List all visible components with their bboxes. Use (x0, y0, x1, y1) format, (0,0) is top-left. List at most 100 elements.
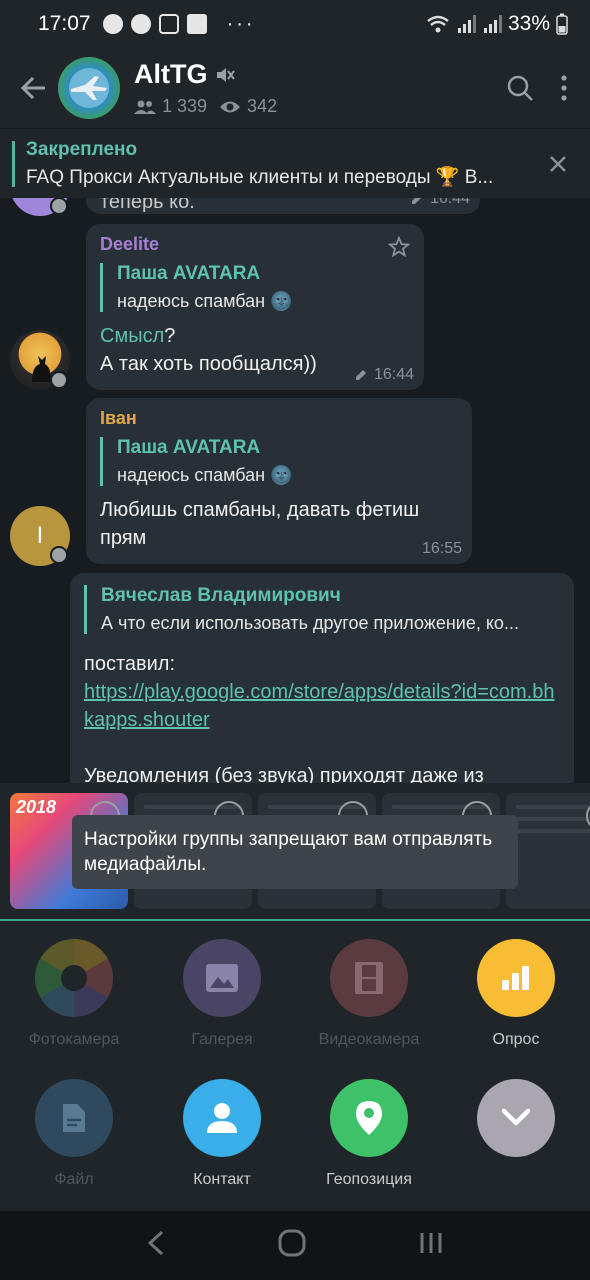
reply-author: Паша AVATARA (117, 263, 261, 284)
chat-header: AltTG 1 339 342 (0, 48, 590, 128)
chevron-left-icon (147, 1230, 163, 1256)
person-icon (207, 1103, 237, 1133)
arrow-left-icon (20, 76, 45, 100)
camera-icon (186, 14, 207, 34)
attach-contact-label: Контакт (193, 1171, 251, 1188)
message-text-line: Уведомления (без звука) приходят даже из (84, 765, 484, 783)
reply-text: надеюсь спамбан 🌚 (117, 465, 293, 485)
avatar-initial: I (36, 522, 44, 549)
nav-back-button[interactable] (147, 1230, 165, 1261)
message-text-line: А так хоть пообщался)) (100, 353, 317, 375)
battery-icon (556, 13, 568, 35)
wifi-icon (427, 15, 449, 33)
reply-author: Паша AVATARA (117, 437, 261, 458)
back-button[interactable] (14, 68, 54, 108)
message-sender[interactable]: Іван (100, 408, 458, 429)
weather-icon (158, 14, 179, 34)
attach-location[interactable]: Геопозиция (295, 1079, 443, 1189)
attach-sheet: 2018 Настройки группы запрещают вам отпр… (0, 783, 590, 1211)
poll-chart-icon (502, 966, 529, 990)
attach-file-label: Файл (54, 1171, 94, 1188)
attach-video-label: Видеокамера (318, 1031, 420, 1048)
status-dot (50, 546, 68, 564)
reply-author: Вячеслав Владимирович (101, 585, 341, 606)
more-menu-button[interactable] (542, 66, 586, 110)
message-text: поставил: https://play.google.com/store/… (84, 650, 560, 783)
message-text: Любишь спамбаны, давать фетиш прям (100, 499, 420, 549)
pinned-accent-bar (12, 141, 15, 187)
attach-file[interactable]: Файл (0, 1079, 148, 1189)
chat-history[interactable]: теперь ко. 16:44 Deelite Паша AVATARA на… (0, 198, 590, 783)
status-dot (50, 198, 68, 215)
attach-contact[interactable]: Контакт (148, 1079, 296, 1189)
thumbnail-badge: 2018 (16, 797, 57, 817)
image-icon (206, 964, 238, 992)
chevron-down-icon (501, 1108, 531, 1126)
battery-percent: 33% (507, 12, 550, 35)
reply-text: надеюсь спамбан 🌚 (117, 291, 293, 311)
message-text-line: поставил: (84, 653, 176, 675)
chat-title: AltTG (134, 59, 208, 89)
message-bubble[interactable]: Deelite Паша AVATARA надеюсь спамбан 🌚 С… (86, 224, 424, 390)
attach-camera-label: Фотокамера (28, 1031, 120, 1048)
message-time: 16:44 (429, 198, 470, 207)
file-icon (63, 1104, 85, 1132)
message-time: 16:44 (373, 366, 414, 383)
nav-recents-button[interactable] (419, 1231, 443, 1260)
jet-icon (71, 76, 107, 100)
attach-video[interactable]: Видеокамера (295, 939, 443, 1049)
attach-poll-label: Опрос (492, 1031, 540, 1048)
close-pinned-button[interactable] (538, 144, 578, 184)
star-icon[interactable] (388, 236, 410, 258)
message-link[interactable]: Смысл (100, 325, 164, 347)
reply-text: А что если использовать другое приложени… (101, 613, 519, 633)
collapse-sheet-button[interactable] (442, 1079, 590, 1171)
search-icon (507, 75, 533, 101)
attach-location-label: Геопозиция (326, 1171, 412, 1188)
recents-icon (420, 1233, 442, 1253)
notification-icons (102, 14, 207, 34)
signal-icon (457, 15, 476, 33)
film-icon (355, 962, 383, 994)
reply-quote[interactable]: Вячеслав Владимирович А что если использ… (84, 585, 560, 634)
attach-camera[interactable]: Фотокамера (0, 939, 148, 1049)
message-sender[interactable]: Deelite (100, 234, 410, 255)
message-bubble[interactable]: Іван Паша AVATARA надеюсь спамбан 🌚 Люби… (86, 398, 472, 564)
status-dot (50, 371, 68, 389)
member-count: 1 339 (162, 96, 208, 116)
toast-message: Настройки группы запрещают вам отправлят… (72, 815, 518, 889)
eye-icon (220, 101, 241, 112)
attach-poll[interactable]: Опрос (442, 939, 590, 1049)
chat-avatar[interactable] (58, 57, 120, 119)
pinned-message[interactable]: Закреплено FAQ Прокси Актуальные клиенты… (0, 128, 590, 198)
system-nav-bar (0, 1211, 590, 1280)
location-pin-icon (356, 1101, 382, 1135)
message-url-link[interactable]: https://play.google.com/store/apps/detai… (84, 678, 560, 734)
nav-home-button[interactable] (278, 1229, 306, 1262)
message-bubble[interactable]: Вячеслав Владимирович А что если использ… (70, 573, 574, 783)
muted-icon (216, 67, 235, 82)
edited-pencil-icon (355, 370, 366, 380)
members-icon (134, 100, 156, 114)
home-icon (278, 1229, 306, 1257)
attach-gallery[interactable]: Галерея (148, 939, 296, 1049)
message-bubble[interactable]: теперь ко. 16:44 (86, 198, 480, 214)
online-count: 342 (247, 96, 278, 116)
telegram-icon (102, 14, 123, 34)
search-button[interactable] (498, 66, 542, 110)
reply-quote[interactable]: Паша AVATARA надеюсь спамбан 🌚 (100, 263, 410, 312)
pinned-title: Закреплено (26, 138, 138, 160)
message-text-rest: ? (164, 325, 176, 347)
chat-info[interactable]: AltTG 1 339 342 (134, 59, 498, 117)
gallery-thumbnail[interactable] (506, 793, 590, 909)
more-vertical-icon (561, 75, 567, 101)
status-bar: 17:07 ··· 33% (0, 0, 590, 48)
status-time: 17:07 (38, 12, 91, 35)
telegram-icon (130, 14, 151, 34)
pinned-text: FAQ Прокси Актуальные клиенты и переводы… (26, 166, 494, 188)
edited-pencil-icon (411, 198, 421, 204)
reply-quote[interactable]: Паша AVATARA надеюсь спамбан 🌚 (100, 437, 458, 486)
more-notifications-icon: ··· (226, 12, 256, 35)
message-time: 16:55 (421, 540, 462, 557)
camera-aperture-icon (35, 939, 113, 1017)
